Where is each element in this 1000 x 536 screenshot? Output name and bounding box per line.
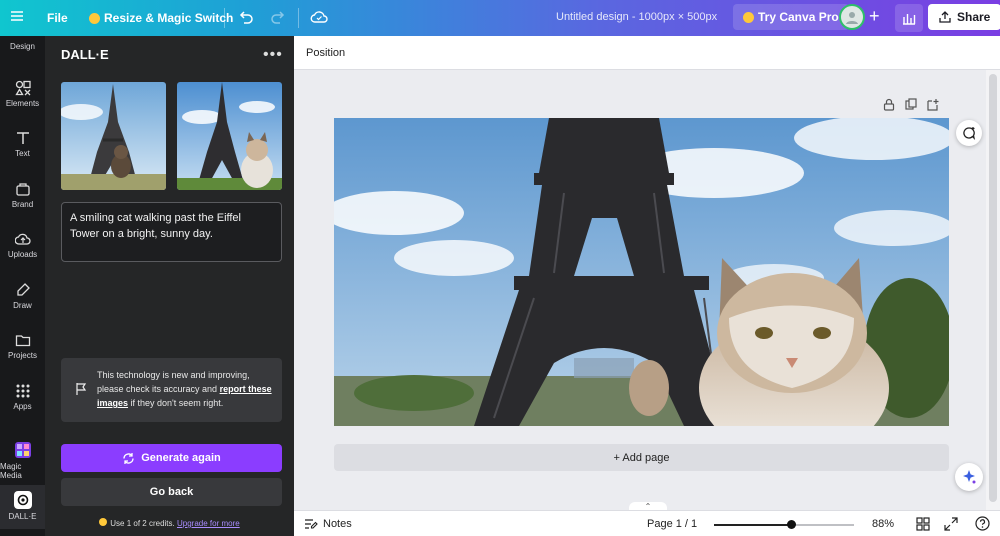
zoom-slider-knob[interactable] [787,520,796,529]
position-button[interactable]: Position [306,47,345,59]
undo-icon[interactable] [238,10,254,24]
rail-item-label: Draw [13,301,32,310]
pro-label: Try Canva Pro [758,10,839,24]
file-menu[interactable]: File [47,11,68,25]
generate-label: Generate again [141,452,221,464]
flag-icon [76,383,87,395]
share-icon [939,11,951,23]
vertical-scrollbar[interactable] [986,70,1000,510]
user-avatar-icon [839,4,865,30]
generated-image-1[interactable] [61,82,166,190]
scrollbar-thumb[interactable] [989,74,997,502]
crown-icon [743,11,754,23]
comment-icon[interactable] [956,120,982,146]
generated-image-2[interactable] [177,82,282,190]
resize-magic-switch-button[interactable]: Resize & Magic Switch [89,11,233,25]
rail-item-dalle[interactable]: DALL·E [0,485,45,529]
bottom-bar: Notes Page 1 / 1 88% [294,510,1000,536]
analytics-icon[interactable] [895,4,923,32]
notes-icon [305,519,318,529]
notes-button[interactable]: Notes [304,518,352,530]
panel-title: DALL·E [61,47,109,62]
uploads-icon [14,233,31,245]
page-indicator[interactable]: Page 1 / 1 [647,518,697,530]
rail-item-label: Design [10,42,35,51]
zoom-level[interactable]: 88% [872,518,894,530]
rail-item-label: Projects [8,351,37,360]
go-back-button[interactable]: Go back [61,478,282,506]
lock-icon[interactable] [883,98,895,111]
help-icon[interactable] [975,516,990,531]
credits-info: Use 1 of 2 credits. Upgrade for more [45,518,294,528]
zoom-slider-fill [714,524,791,526]
rail-item-label: Brand [11,200,34,209]
rail-item-elements[interactable]: Elements [0,80,45,108]
duplicate-page-icon[interactable] [905,98,917,111]
dalle-panel: DALL·E ••• A smiling cat walking past th… [45,36,294,536]
rail-item-label: Elements [5,99,40,108]
crown-icon [89,12,100,24]
menu-icon[interactable] [10,9,24,23]
refresh-icon [123,452,134,464]
crown-icon [99,518,108,526]
fullscreen-icon[interactable] [944,517,958,531]
design-canvas-image[interactable] [334,118,949,426]
magic-media-icon [14,442,31,458]
top-bar: File Resize & Magic Switch Untitled desi… [0,0,1000,36]
share-button[interactable]: Share [928,4,1000,30]
text-icon [16,132,29,144]
rail-item-label: Magic Media [0,462,22,480]
notice-text-end: if they don't seem right. [128,398,224,408]
disclaimer-notice: This technology is new and improving, pl… [61,358,282,422]
more-options-icon[interactable]: ••• [263,46,283,64]
zoom-slider[interactable] [714,520,854,529]
grid-view-icon[interactable] [916,517,930,531]
add-page-icon[interactable] [927,98,939,111]
elements-icon [14,80,31,96]
divider [224,8,225,28]
rail-item-label: Uploads [7,250,38,259]
rail-item-brand[interactable]: Brand [0,181,45,209]
credits-text: Use 1 of 2 credits. [110,519,175,528]
rail-item-magic-media[interactable]: Magic Media [0,441,45,480]
back-label: Go back [149,486,194,498]
rail-item-label: Apps [13,402,32,411]
generate-again-button[interactable]: Generate again [61,444,282,472]
rail-item-projects[interactable]: Projects [0,332,45,360]
add-page-button[interactable]: + Add page [334,444,949,471]
brand-icon [15,183,30,196]
rail-item-text[interactable]: Text [0,130,45,158]
avatar[interactable] [839,4,865,30]
redo-icon[interactable] [270,10,286,24]
upgrade-link[interactable]: Upgrade for more [177,519,240,528]
share-label: Share [957,10,991,24]
rail-item-design[interactable]: Design [0,42,45,62]
magic-assistant-icon[interactable] [955,463,983,491]
rail-item-label: DALL·E [8,512,37,521]
apps-icon [16,384,29,398]
try-canva-pro-button[interactable]: Try Canva Pro [733,4,849,30]
projects-icon [15,335,30,347]
cloud-save-icon[interactable] [310,10,328,24]
notes-label: Notes [323,518,352,530]
draw-icon [16,283,30,296]
prompt-textarea[interactable]: A smiling cat walking past the Eiffel To… [61,202,282,262]
add-collaborator-icon[interactable]: + [869,6,880,27]
resize-label: Resize & Magic Switch [104,11,234,25]
context-toolbar: Position [294,36,1000,70]
rail-item-apps[interactable]: Apps [0,383,45,411]
design-title[interactable]: Untitled design - 1000px × 500px [556,11,717,23]
dalle-icon [13,491,32,509]
left-rail: Design Elements Text Brand Uploads Draw … [0,36,45,536]
rail-item-uploads[interactable]: Uploads [0,231,45,259]
page-tools [883,98,939,111]
divider [298,8,299,28]
rail-item-label: Text [15,149,30,158]
rail-item-draw[interactable]: Draw [0,282,45,310]
